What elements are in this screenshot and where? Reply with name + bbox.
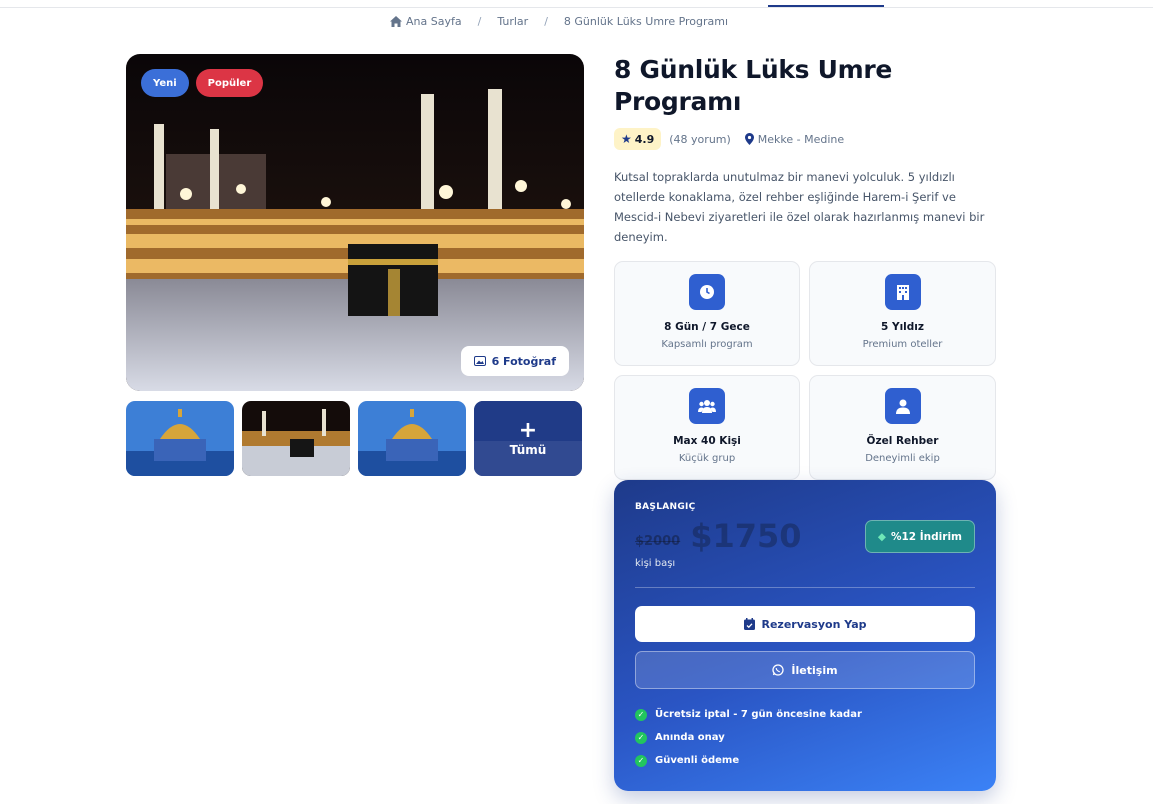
breadcrumb-current: 8 Günlük Lüks Umre Programı — [563, 15, 729, 28]
check-circle-icon: ✓ — [635, 754, 647, 767]
active-nav-indicator — [768, 5, 884, 7]
review-count[interactable]: (48 yorum) — [669, 133, 731, 146]
thumbnail-kaaba[interactable] — [242, 401, 350, 476]
users-icon — [689, 388, 725, 424]
discount-label: %12 İndirim — [890, 530, 962, 543]
divider — [635, 587, 975, 588]
photo-gallery: Yeni Popüler 6 Fotoğraf + Tümü — [126, 54, 584, 476]
kaaba-photo — [126, 54, 584, 391]
benefits-list: ✓ Ücretsiz iptal - 7 gün öncesine kadar … — [635, 703, 975, 772]
benefit-item: ✓ Ücretsiz iptal - 7 gün öncesine kadar — [635, 703, 975, 726]
reservation-button[interactable]: Rezervasyon Yap — [635, 606, 975, 642]
tour-description: Kutsal topraklarda unutulmaz bir manevi … — [614, 170, 985, 244]
rating-value: 4.9 — [634, 132, 655, 146]
breadcrumb-tours[interactable]: Turlar — [497, 15, 528, 28]
image-icon — [473, 356, 486, 366]
feature-subtitle: Kapsamlı program — [661, 339, 753, 350]
feature-card-group: Max 40 Kişi Küçük grup — [614, 375, 800, 480]
contact-button-label: İletişim — [791, 663, 838, 677]
feature-card-duration: 8 Gün / 7 Gece Kapsamlı program — [614, 261, 800, 366]
check-circle-icon: ✓ — [635, 731, 647, 744]
new-price: $1750 — [690, 517, 802, 555]
top-nav-bar — [0, 0, 1153, 8]
view-all-overlay: + Tümü — [474, 401, 582, 476]
breadcrumb-separator: / — [544, 15, 548, 28]
per-person-label: kişi başı — [635, 558, 676, 569]
thumbnail-view-all[interactable]: + Tümü — [474, 401, 582, 476]
photo-count-label: 6 Fotoğraf — [491, 354, 556, 368]
thumbnail-dome[interactable] — [126, 401, 234, 476]
main-photo[interactable]: Yeni Popüler 6 Fotoğraf — [126, 54, 584, 391]
rating-badge: ★ 4.9 — [614, 128, 662, 150]
feature-subtitle: Premium oteller — [862, 339, 943, 350]
contact-button[interactable]: İletişim — [635, 651, 975, 689]
thumbnail-dome-2[interactable] — [358, 401, 466, 476]
hotel-icon — [884, 274, 921, 310]
feature-card-guide: Özel Rehber Deneyimli ekip — [809, 375, 996, 480]
plus-icon: + — [518, 417, 538, 443]
feature-title: 8 Gün / 7 Gece — [664, 321, 750, 333]
feature-subtitle: Küçük grup — [678, 453, 736, 464]
benefit-item: ✓ Güvenli ödeme — [635, 749, 975, 772]
tour-info: 8 Günlük Lüks Umre Programı ★ 4.9 (48 yo… — [614, 54, 996, 480]
location-label: Mekke - Medine — [757, 132, 845, 146]
benefit-label: Ücretsiz iptal - 7 gün öncesine kadar — [655, 709, 862, 720]
discount-badge: ◆ %12 İndirim — [864, 520, 975, 553]
location-pin-icon — [744, 133, 754, 145]
badge-popular: Popüler — [195, 69, 264, 97]
pricing-card: BAŞLANGIÇ $2000 $1750 kişi başı ◆ %12 İn… — [614, 480, 996, 791]
page-title: 8 Günlük Lüks Umre Programı — [614, 55, 893, 116]
benefit-label: Anında onay — [655, 732, 725, 743]
guide-icon — [884, 388, 921, 424]
breadcrumb-home[interactable]: Ana Sayfa — [390, 15, 462, 28]
breadcrumb-separator: / — [477, 15, 482, 28]
whatsapp-icon — [772, 664, 785, 676]
old-price: $2000 — [635, 534, 681, 549]
feature-title: Max 40 Kişi — [673, 435, 741, 447]
photo-count-button[interactable]: 6 Fotoğraf — [460, 346, 569, 376]
tag-icon: ◆ — [877, 530, 886, 543]
view-all-label: Tümü — [509, 442, 547, 457]
calendar-check-icon — [743, 618, 755, 630]
location: Mekke - Medine — [744, 132, 845, 146]
feature-subtitle: Deneyimli ekip — [865, 453, 940, 464]
tour-meta: ★ 4.9 (48 yorum) Mekke - Medine — [614, 128, 996, 150]
thumbnail-strip: + Tümü — [126, 401, 584, 476]
check-circle-icon: ✓ — [635, 708, 647, 721]
clock-icon — [689, 274, 725, 310]
home-icon — [390, 16, 402, 27]
benefit-label: Güvenli ödeme — [655, 755, 740, 766]
benefit-item: ✓ Anında onay — [635, 726, 975, 749]
badge-new: Yeni — [141, 69, 189, 97]
feature-card-hotel: 5 Yıldız Premium oteller — [809, 261, 996, 366]
feature-title: 5 Yıldız — [881, 321, 924, 333]
breadcrumb: Ana Sayfa / Turlar / 8 Günlük Lüks Umre … — [390, 15, 728, 28]
feature-grid: 8 Gün / 7 Gece Kapsamlı program 5 Yıldız… — [614, 261, 996, 480]
star-icon: ★ — [621, 132, 632, 146]
badge-group: Yeni Popüler — [141, 69, 264, 97]
feature-title: Özel Rehber — [866, 435, 939, 447]
breadcrumb-home-label: Ana Sayfa — [406, 15, 462, 28]
reservation-button-label: Rezervasyon Yap — [761, 617, 867, 631]
price-start-label: BAŞLANGIÇ — [635, 502, 696, 512]
